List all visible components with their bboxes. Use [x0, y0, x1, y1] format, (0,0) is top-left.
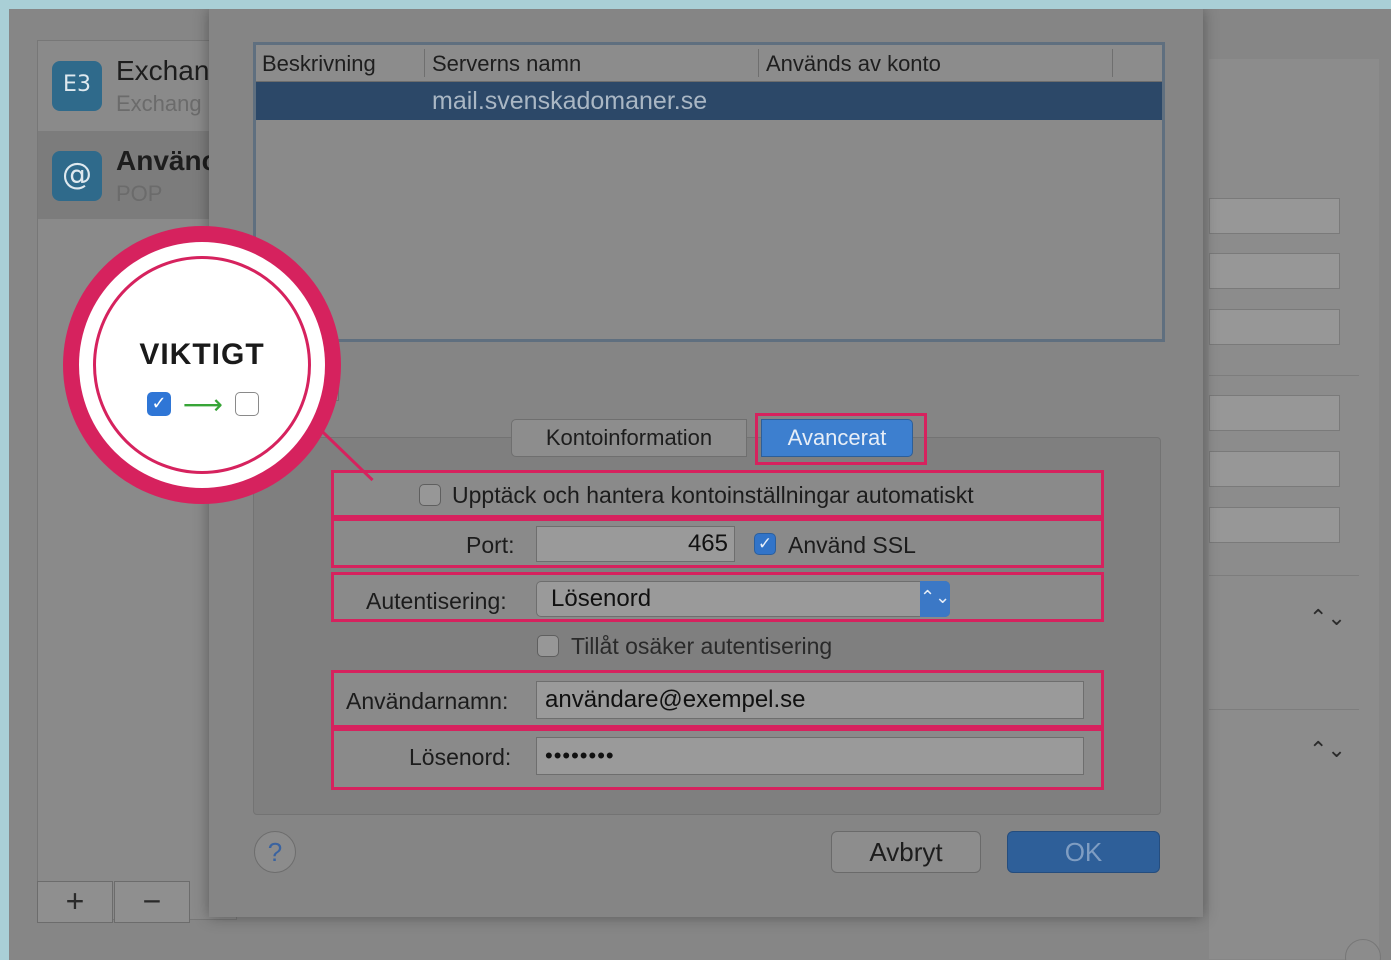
at-sign-icon: @	[52, 151, 102, 201]
column-header-used-by[interactable]: Används av konto	[766, 51, 941, 77]
important-callout: VIKTIGT ✓ ⟶	[63, 226, 341, 504]
background-field	[1209, 451, 1340, 487]
checkmark-icon: ✓	[757, 534, 773, 554]
tab-advanced[interactable]: Avancerat	[761, 419, 913, 457]
background-field	[1209, 198, 1340, 234]
port-label: Port:	[466, 532, 515, 558]
account-item-exchange[interactable]: E3 Exchan Exchang	[38, 41, 218, 129]
smtp-server-dialog: Beskrivning Serverns namn Används av kon…	[209, 9, 1203, 917]
stepper-icon: ⌃⌄	[1309, 605, 1346, 630]
server-name-cell: mail.svenskadomaner.se	[432, 87, 708, 115]
column-header-description[interactable]: Beskrivning	[262, 51, 376, 77]
background-field	[1209, 507, 1340, 543]
cancel-button[interactable]: Avbryt	[831, 831, 981, 873]
use-ssl-label: Använd SSL	[788, 532, 916, 558]
account-name: Exchan	[116, 55, 210, 86]
tab-account-info[interactable]: Kontoinformation	[511, 419, 747, 457]
unchecked-checkbox-icon	[235, 392, 259, 416]
help-button[interactable]: ?	[254, 831, 296, 873]
exchange-icon: E3	[52, 61, 102, 111]
authentication-select[interactable]: Lösenord	[536, 581, 950, 617]
arrow-right-icon: ⟶	[182, 388, 224, 421]
table-row[interactable]: mail.svenskadomaner.se	[256, 82, 1162, 120]
select-stepper-icon[interactable]: ⌃⌄	[920, 581, 950, 617]
table-header: Beskrivning Serverns namn Används av kon…	[256, 45, 1162, 82]
username-input[interactable]: användare@exempel.se	[536, 681, 1084, 719]
column-divider	[1112, 49, 1113, 77]
account-item-pop[interactable]: @ Använc POP	[38, 131, 218, 219]
background-field	[1209, 253, 1340, 289]
auto-detect-checkbox[interactable]	[419, 484, 441, 506]
background-divider	[1209, 375, 1359, 376]
background-divider	[1209, 575, 1359, 576]
password-input[interactable]: ••••••••	[536, 737, 1084, 775]
column-divider	[758, 49, 759, 77]
account-type: POP	[116, 181, 163, 206]
use-ssl-checkbox[interactable]: ✓	[754, 533, 776, 555]
highlight-frame: Autentisering: Lösenord ⌃⌄	[331, 572, 1104, 622]
stepper-icon: ⌃⌄	[1309, 737, 1346, 762]
column-divider	[424, 49, 425, 77]
screen: ⌃⌄ ⌃⌄ E3 Exchan Exchang @ Använc POP + −…	[9, 9, 1391, 960]
remove-account-button[interactable]: −	[114, 881, 190, 923]
insecure-auth-checkbox[interactable]	[537, 635, 559, 657]
column-header-server-name[interactable]: Serverns namn	[432, 51, 581, 77]
highlight-frame: Upptäck och hantera kontoinställningar a…	[331, 470, 1104, 518]
background-field	[1209, 395, 1340, 431]
callout-title: VIKTIGT	[139, 338, 265, 371]
background-field	[1209, 309, 1340, 345]
highlight-frame: Användarnamn: användare@exempel.se	[331, 670, 1104, 728]
account-type: Exchang	[116, 91, 202, 116]
port-input[interactable]: 465	[536, 526, 735, 562]
authentication-value: Lösenord	[551, 585, 652, 612]
ok-button[interactable]: OK	[1007, 831, 1160, 873]
auto-detect-label: Upptäck och hantera kontoinställningar a…	[452, 482, 974, 508]
username-label: Användarnamn:	[346, 688, 509, 714]
password-label: Lösenord:	[409, 744, 512, 770]
checked-checkbox-icon: ✓	[147, 392, 171, 416]
server-table[interactable]: Beskrivning Serverns namn Används av kon…	[253, 42, 1165, 342]
highlight-frame: Lösenord: ••••••••	[331, 728, 1104, 790]
insecure-auth-label: Tillåt osäker autentisering	[571, 633, 833, 659]
background-divider	[1209, 709, 1359, 710]
callout-body: VIKTIGT ✓ ⟶	[79, 242, 325, 488]
add-account-button[interactable]: +	[37, 881, 113, 923]
authentication-label: Autentisering:	[366, 588, 507, 614]
highlight-frame: Port: 465 ✓ Använd SSL	[331, 518, 1104, 568]
account-name: Använc	[116, 145, 218, 176]
